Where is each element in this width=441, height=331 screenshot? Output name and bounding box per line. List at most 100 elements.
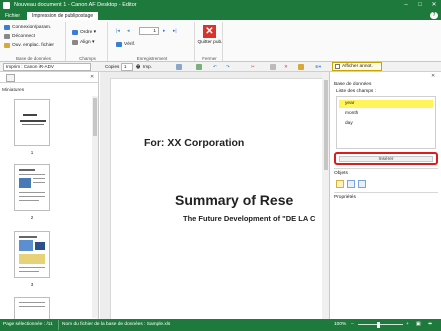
zoom-slider[interactable] <box>358 324 403 325</box>
undo-icon[interactable]: ↶ <box>213 63 217 71</box>
chevron-down-icon: ▾ <box>90 40 95 45</box>
insert-button-highlight: Insérer <box>334 152 438 165</box>
zoom-in-icon[interactable]: + <box>406 322 409 327</box>
ribbon-tabs: Fichier Impression de publipostage ? <box>0 11 441 20</box>
tab-mail-merge[interactable]: Impression de publipostage <box>27 12 99 20</box>
first-record-icon[interactable]: |◂ <box>116 29 120 34</box>
barcode-object-icon[interactable] <box>358 180 366 188</box>
verify-button[interactable]: Vérif. <box>116 42 135 47</box>
scrollbar-thumb[interactable] <box>93 98 97 136</box>
tab-file[interactable]: Fichier <box>2 12 23 20</box>
close-icon[interactable]: ✕ <box>427 0 441 11</box>
save-icon[interactable] <box>176 64 182 70</box>
open-file-location-button[interactable]: Ouv. emplac. fichier <box>4 43 54 48</box>
divider <box>334 192 438 193</box>
document-scrollbar[interactable] <box>322 72 329 319</box>
page-title[interactable]: Summary of Rese <box>175 192 293 208</box>
record-group-label: Enregistrement <box>136 56 168 61</box>
help-icon[interactable]: ? <box>430 12 438 19</box>
field-item-day[interactable]: day <box>339 120 433 128</box>
status-bar: Page sélectionnée : /11 Nom du fichier d… <box>0 319 441 331</box>
thumbnail-panel-title: Miniatures <box>2 88 25 93</box>
record-number-field[interactable]: 1 <box>139 27 159 35</box>
database-file-status: Nom du fichier de la base de données : S… <box>62 322 171 327</box>
page-number: 2 <box>30 215 34 220</box>
page-thumbnail[interactable] <box>14 99 50 146</box>
print-button[interactable]: Imp. <box>143 63 152 71</box>
page-thumbnail[interactable] <box>14 164 50 211</box>
folder-icon <box>4 43 10 48</box>
close-group: ✕ Quitter pub. Fermer <box>197 22 223 61</box>
properties-icon[interactable] <box>298 64 304 70</box>
fit-page-icon[interactable]: ▣ <box>416 322 421 327</box>
divider <box>58 320 59 330</box>
zoom-slider-thumb[interactable] <box>377 322 381 328</box>
close-icon[interactable]: ✕ <box>431 73 435 79</box>
zoom-tool-icon[interactable]: ⊕▾ <box>315 63 321 71</box>
printer-select[interactable]: Imprim : Canon iR-ADV <box>3 63 91 71</box>
zoom-out-icon[interactable]: – <box>351 322 354 327</box>
title-bar: Nouveau document 1 - Canon AF Desktop - … <box>0 0 441 11</box>
disconnect-button[interactable]: Déconnect <box>4 34 35 39</box>
record-group: |◂ ◂ 1 ▸ ▸| Vérif. Enregistrement <box>110 22 195 61</box>
properties-title: Propriétés <box>334 195 356 200</box>
ribbon: Connexion/param. Déconnect Ouv. emplac. … <box>0 20 441 62</box>
thumbnail-scrollbar[interactable] <box>92 96 98 318</box>
database-panel: ✕ Base de données Liste des champs : yea… <box>331 72 441 319</box>
objects-title: Objets <box>334 171 348 176</box>
field-item-year[interactable]: year <box>339 100 433 108</box>
last-record-icon[interactable]: ▸| <box>173 29 177 34</box>
fields-group-label: Champs <box>79 56 96 61</box>
paste-icon[interactable] <box>270 64 276 70</box>
database-icon <box>4 25 10 30</box>
page-for-line[interactable]: For: XX Corporation <box>144 137 244 149</box>
page-number: 3 <box>30 282 34 287</box>
page-thumbnail[interactable] <box>14 297 50 319</box>
verify-icon <box>116 42 122 47</box>
next-record-icon[interactable]: ▸ <box>163 29 165 34</box>
copies-field[interactable]: 1 <box>121 63 133 71</box>
page-subtitle[interactable]: The Future Development of "DE LA C <box>183 214 315 223</box>
text-object-icon[interactable] <box>336 180 344 188</box>
disconnect-icon <box>4 34 10 39</box>
fit-width-icon[interactable]: ⬌ <box>428 322 432 327</box>
quit-mail-merge-icon[interactable]: ✕ <box>203 25 216 38</box>
quit-mail-merge-button[interactable]: Quitter pub. <box>197 40 223 45</box>
page-number: 1 <box>30 150 34 155</box>
document-canvas: For: XX Corporation Summary of Rese The … <box>100 72 330 319</box>
annotations-checkbox[interactable] <box>335 64 340 69</box>
align-dropdown[interactable]: Align ▾ <box>72 40 94 45</box>
show-annotations-button[interactable]: Afficher annot. <box>332 62 382 71</box>
align-icon <box>72 40 78 45</box>
window-title: Nouveau document 1 - Canon AF Desktop - … <box>14 2 137 8</box>
database-group-label: Base de données <box>15 56 52 61</box>
insert-button[interactable]: Insérer <box>339 156 433 162</box>
thumbnail-panel-tabs: ✕ <box>0 72 99 83</box>
scrollbar-thumb[interactable] <box>324 80 328 170</box>
close-icon[interactable]: ✕ <box>90 74 94 80</box>
maximize-icon[interactable]: □ <box>413 0 427 11</box>
order-icon <box>72 30 78 35</box>
minimize-icon[interactable]: – <box>399 0 413 11</box>
document-page[interactable]: For: XX Corporation Summary of Rese The … <box>110 78 329 319</box>
copy-icon[interactable] <box>196 64 202 70</box>
cut-icon[interactable]: ✂ <box>251 63 255 71</box>
thumbnail-tab-icon[interactable] <box>6 74 15 82</box>
image-object-icon[interactable] <box>347 180 355 188</box>
previous-record-icon[interactable]: ◂ <box>127 29 129 34</box>
order-dropdown[interactable]: Ordre ▾ <box>72 30 96 35</box>
field-item-month[interactable]: month <box>339 110 433 118</box>
connect-settings-button[interactable]: Connexion/param. <box>4 25 51 30</box>
selected-page-status: Page sélectionnée : /11 <box>3 322 53 327</box>
delete-icon[interactable]: ✕ <box>284 63 288 71</box>
copies-label: Copies <box>105 64 120 69</box>
app-icon <box>3 2 10 9</box>
fields-group: Ordre ▾ Align ▾ Champs <box>68 22 108 61</box>
field-list-label: Liste des champs : <box>336 89 376 94</box>
chevron-down-icon: ▾ <box>92 30 97 35</box>
print-icon[interactable]: 🖶 <box>136 63 140 71</box>
redo-icon[interactable]: ↷ <box>226 63 230 71</box>
page-thumbnail[interactable] <box>14 231 50 278</box>
print-toolbar: Imprim : Canon iR-ADV Copies 1 🖶 Imp. ↶ … <box>0 62 441 72</box>
field-list: year month day <box>336 96 436 149</box>
